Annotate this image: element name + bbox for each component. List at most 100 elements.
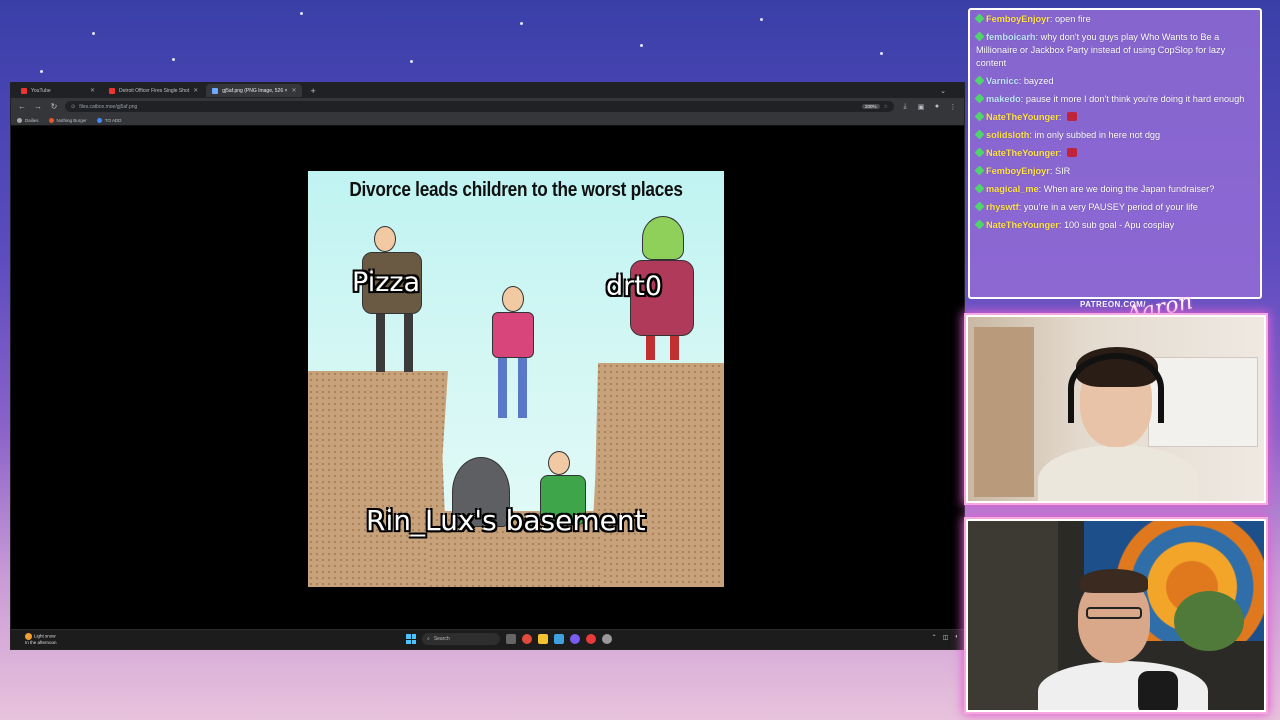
weather-condition: Light snow (34, 633, 56, 639)
chat-message: FemboyEnjoyr: open fire (974, 13, 1254, 26)
headset-icon (1068, 353, 1164, 423)
meme-label-bottom: Rin_Lux's basement (366, 504, 646, 537)
bookmark-dailies[interactable]: Dailies (17, 117, 39, 123)
menu-icon[interactable]: ⋮ (948, 103, 958, 111)
chat-message: FemboyEnjoyr: SIR (974, 165, 1254, 178)
chat-message: NateTheYounger: 100 sub goal - Apu cospl… (974, 219, 1254, 232)
chat-username[interactable]: rhyswtf (986, 202, 1019, 212)
meme-title: Divorce leads children to the worst plac… (349, 179, 683, 201)
chat-username[interactable]: NateTheYounger (986, 220, 1059, 230)
chat-message: NateTheYounger: (974, 111, 1254, 124)
chat-username[interactable]: FemboyEnjoyr (986, 14, 1050, 24)
task-view-icon[interactable] (506, 634, 516, 644)
search-placeholder: Search (433, 636, 450, 642)
chat-username[interactable]: NateTheYounger (986, 112, 1059, 122)
bookmark-nothing-burger[interactable]: Nothing Burger (48, 117, 87, 123)
address-bar[interactable]: ⊙ files.catbox.moe/gj5af.png 200% ☆ (65, 101, 894, 112)
youtube-favicon-icon (109, 87, 115, 94)
taskbar-apps: ⌕ Search (406, 633, 612, 645)
sub-badge-icon (974, 13, 985, 24)
tab-detroit-officer[interactable]: Detroit Officer Fires Single Shot ✕ (103, 84, 204, 97)
app-icon[interactable] (602, 634, 612, 644)
globe-icon (96, 117, 102, 123)
meme-label-left: Pizza (352, 267, 421, 298)
chat-username[interactable]: Varnicc (986, 76, 1019, 86)
chat-text: When are we doing the Japan fundraiser? (1043, 184, 1215, 194)
close-tab-icon[interactable]: ✕ (193, 87, 198, 94)
chat-message: rhyswtf: you're in a very PAUSEY period … (974, 201, 1254, 214)
close-tab-icon[interactable]: ✕ (291, 87, 296, 94)
left-cliff (308, 371, 448, 587)
stream-chat: FemboyEnjoyr: open fire femboicarh: why d… (968, 8, 1262, 299)
chat-text: SIR (1054, 166, 1071, 176)
profile-icon[interactable]: ● (932, 103, 942, 110)
zoom-badge[interactable]: 200% (862, 104, 880, 109)
sub-badge-icon (974, 219, 985, 230)
system-tray: ⌃ ◫ ◖ (932, 634, 958, 641)
sub-badge-icon (974, 111, 985, 122)
download-icon[interactable]: ⤓ (900, 103, 910, 111)
tab-youtube[interactable]: YouTube ✕ (15, 84, 101, 97)
right-cliff (590, 363, 724, 587)
new-tab-button[interactable]: + (304, 86, 321, 96)
volume-icon[interactable]: ◖ (954, 634, 958, 641)
tab-label: gj5af.png (PNG Image, 526 × (222, 87, 288, 94)
obs-icon[interactable] (586, 634, 596, 644)
chat-username[interactable]: magical_me (986, 184, 1039, 194)
bookmark-star-icon[interactable]: ☆ (884, 104, 888, 110)
page-viewport: Divorce leads children to the worst plac… (11, 126, 964, 629)
tab-search-chevron-icon[interactable]: ⌄ (940, 87, 946, 95)
back-arrow-icon[interactable]: ← (17, 102, 27, 111)
chat-message: magical_me: When are we doing the Japan … (974, 183, 1254, 196)
tab-label: YouTube (31, 87, 51, 94)
chat-text: 100 sub goal - Apu cosplay (1063, 220, 1175, 230)
extensions-icon[interactable]: ▣ (916, 103, 926, 111)
bookmark-label: TO ADD (104, 117, 122, 123)
webcam-top (966, 315, 1266, 503)
weather-icon (25, 633, 32, 640)
chat-username[interactable]: makedo (986, 94, 1021, 104)
chat-username[interactable]: NateTheYounger (986, 148, 1059, 158)
close-tab-icon[interactable]: ✕ (90, 87, 95, 94)
sub-badge-icon (974, 147, 985, 158)
sub-badge-icon (974, 165, 985, 176)
sub-badge-icon (974, 129, 985, 140)
site-info-icon[interactable]: ⊙ (71, 104, 75, 110)
url-text: files.catbox.moe/gj5af.png (79, 103, 138, 110)
meme-label-right: drt0 (606, 271, 663, 302)
chat-text: you're in a very PAUSEY period of your l… (1023, 202, 1198, 212)
chat-text: open fire (1054, 14, 1091, 24)
chat-message: Varnicc: bayzed (974, 75, 1254, 88)
chat-username[interactable]: FemboyEnjoyr (986, 166, 1050, 176)
taskbar-search[interactable]: ⌕ Search (422, 633, 500, 645)
bookmark-to-add[interactable]: TO ADD (96, 117, 122, 123)
tab-image-active[interactable]: gj5af.png (PNG Image, 526 × ✕ (206, 84, 303, 97)
network-icon[interactable]: ◫ (943, 634, 949, 641)
chat-message: solidsloth: im only subbed in here not d… (974, 129, 1254, 142)
microphone-icon (1138, 671, 1178, 710)
youtube-favicon-icon (21, 87, 27, 94)
chat-text: bayzed (1023, 76, 1054, 86)
webcam-bottom (966, 519, 1266, 712)
chat-text: pause it more I don't think you're doing… (1025, 94, 1245, 104)
weather-detail: In the afternoon (25, 640, 57, 645)
browser-toolbar: ← → ↻ ⊙ files.catbox.moe/gj5af.png 200% … (11, 98, 964, 115)
meme-image[interactable]: Divorce leads children to the worst plac… (308, 171, 724, 587)
chat-message: femboicarh: why don't you guys play Who … (974, 31, 1226, 68)
chat-username[interactable]: solidsloth (986, 130, 1029, 140)
sub-badge-icon (974, 93, 985, 104)
discord-icon[interactable] (570, 634, 580, 644)
folder-icon (17, 117, 22, 123)
reload-icon[interactable]: ↻ (49, 102, 59, 111)
forward-arrow-icon[interactable]: → (33, 102, 43, 111)
chat-username[interactable]: femboicarh (986, 32, 1036, 42)
windows-start-icon[interactable] (406, 634, 416, 644)
chrome-icon[interactable] (522, 634, 532, 644)
file-explorer-icon[interactable] (538, 634, 548, 644)
bookmarks-bar: Dailies Nothing Burger TO ADD (11, 115, 964, 126)
tray-chevron-icon[interactable]: ⌃ (932, 634, 937, 641)
weather-widget[interactable]: Light snow In the afternoon (25, 633, 57, 646)
app-icon[interactable] (554, 634, 564, 644)
browser-window: YouTube ✕ Detroit Officer Fires Single S… (10, 82, 965, 650)
chat-message: makedo: pause it more I don't think you'… (974, 93, 1254, 106)
